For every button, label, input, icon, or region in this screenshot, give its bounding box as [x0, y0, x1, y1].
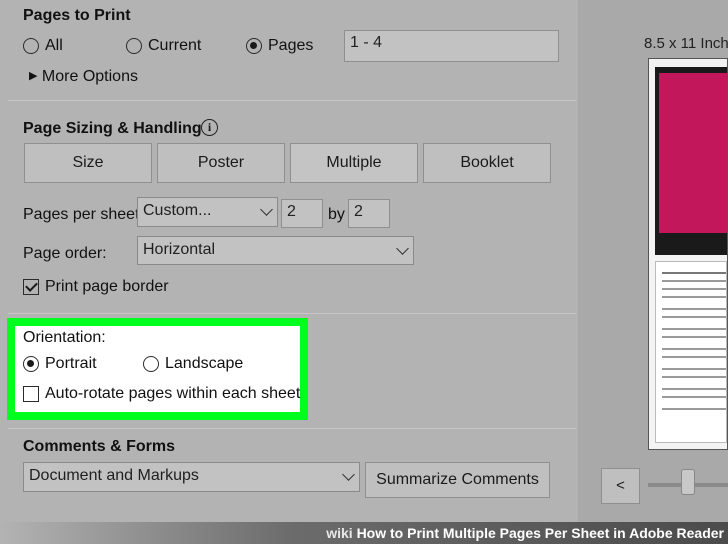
- orientation-title: Orientation:: [23, 329, 106, 346]
- preview-thumbnail-1: [655, 67, 727, 255]
- preview-page: [648, 58, 728, 450]
- radio-pages-label[interactable]: Pages: [268, 37, 313, 55]
- text-line: [662, 368, 726, 370]
- text-line: [662, 316, 726, 318]
- text-line: [662, 272, 726, 274]
- print-settings-panel: Pages to Print All Current Pages 1 - 4 ▶…: [0, 0, 578, 544]
- comments-forms-select[interactable]: Document and Markups: [23, 462, 360, 492]
- text-line: [662, 356, 726, 358]
- pages-per-sheet-label: Pages per sheet:: [23, 206, 144, 223]
- wiki-logo-text: wiki: [326, 525, 353, 541]
- banner-title: How to Print Multiple Pages Per Sheet in…: [356, 525, 724, 541]
- text-line: [662, 396, 726, 398]
- page-order-select[interactable]: Horizontal: [137, 236, 414, 265]
- radio-portrait-label[interactable]: Portrait: [45, 355, 97, 373]
- text-line: [662, 288, 726, 290]
- radio-landscape[interactable]: [143, 356, 159, 372]
- summarize-comments-button[interactable]: Summarize Comments: [365, 462, 550, 498]
- preview-thumbnail-2: [655, 261, 727, 443]
- watermark-text: wiki How to Print Multiple Pages Per She…: [326, 525, 724, 541]
- comments-forms-title: Comments & Forms: [23, 438, 176, 455]
- mode-poster-button[interactable]: Poster: [157, 143, 285, 183]
- auto-rotate-checkbox[interactable]: [23, 386, 39, 402]
- radio-landscape-label[interactable]: Landscape: [165, 355, 243, 373]
- radio-current-label[interactable]: Current: [148, 37, 201, 55]
- page-order-value: Horizontal: [143, 241, 216, 258]
- triangle-right-icon: ▶: [29, 70, 38, 82]
- page-slider-handle[interactable]: [681, 469, 695, 495]
- text-line: [662, 388, 726, 390]
- pages-per-sheet-select[interactable]: Custom...: [137, 197, 278, 227]
- section-divider: [8, 100, 576, 101]
- print-border-checkbox[interactable]: [23, 279, 39, 295]
- pages-per-sheet-rows-input[interactable]: 2: [348, 199, 390, 228]
- mode-size-button[interactable]: Size: [24, 143, 152, 183]
- radio-current[interactable]: [126, 38, 142, 54]
- more-options-toggle[interactable]: ▶ More Options: [29, 68, 138, 86]
- radio-all-label[interactable]: All: [45, 37, 63, 55]
- text-line: [662, 348, 726, 350]
- pages-per-sheet-columns-input[interactable]: 2: [281, 199, 323, 228]
- watermark-banner: wiki How to Print Multiple Pages Per She…: [0, 522, 728, 544]
- section-divider: [8, 428, 576, 429]
- radio-all[interactable]: [23, 38, 39, 54]
- preview-cover-image: [659, 73, 727, 233]
- mode-multiple-button[interactable]: Multiple: [290, 143, 418, 183]
- text-line: [662, 280, 726, 282]
- info-icon[interactable]: i: [201, 119, 218, 136]
- page-order-label: Page order:: [23, 245, 107, 262]
- pages-to-print-title: Pages to Print: [23, 7, 131, 24]
- section-divider: [8, 313, 576, 314]
- text-line: [662, 376, 726, 378]
- pages-range-input[interactable]: 1 - 4: [344, 30, 559, 62]
- pages-per-sheet-value: Custom...: [143, 202, 212, 219]
- chevron-down-icon: [260, 203, 273, 216]
- auto-rotate-label[interactable]: Auto-rotate pages within each sheet: [45, 385, 300, 403]
- page-sizing-title: Page Sizing & Handling: [23, 120, 202, 137]
- chevron-down-icon: [342, 468, 355, 481]
- text-line: [662, 408, 726, 410]
- radio-pages[interactable]: [246, 38, 262, 54]
- text-line: [662, 336, 726, 338]
- print-border-label[interactable]: Print page border: [45, 278, 169, 296]
- previous-page-button[interactable]: <: [601, 468, 640, 504]
- mode-booklet-button[interactable]: Booklet: [423, 143, 551, 183]
- more-options-label: More Options: [41, 68, 138, 85]
- chevron-down-icon: [396, 242, 409, 255]
- by-label: by: [328, 206, 345, 223]
- text-line: [662, 308, 726, 310]
- text-line: [662, 296, 726, 298]
- radio-portrait[interactable]: [23, 356, 39, 372]
- paper-size-label: 8.5 x 11 Inch: [644, 35, 728, 52]
- comments-forms-value: Document and Markups: [29, 467, 199, 484]
- text-line: [662, 328, 726, 330]
